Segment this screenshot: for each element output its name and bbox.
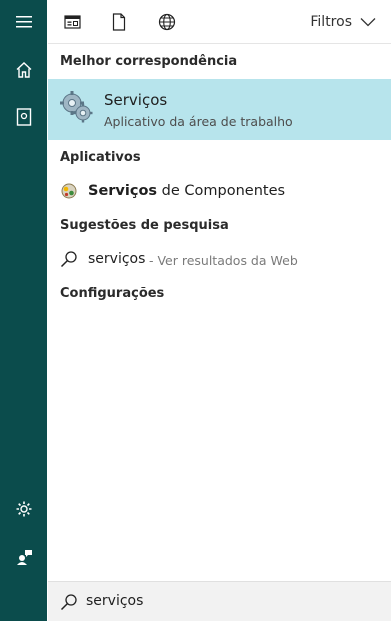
chevron-down-icon: [360, 18, 376, 27]
home-icon: [16, 62, 31, 78]
filters-dropdown[interactable]: Filtros: [310, 0, 376, 44]
search-icon: [60, 594, 77, 611]
home-button[interactable]: [0, 48, 47, 92]
web-suggestion-row[interactable]: serviços - Ver resultados da Web: [48, 246, 391, 274]
cortana-search-panel: Filtros Melhor correspondência Serviços …: [0, 0, 391, 621]
app-result-label-rest: de Componentes: [157, 183, 286, 199]
documents-filter-button[interactable]: [99, 0, 139, 44]
filter-toolbar: Filtros: [48, 0, 391, 44]
settings-button[interactable]: [0, 487, 47, 531]
search-input[interactable]: [86, 589, 376, 613]
left-rail: [0, 0, 47, 621]
hamburger-menu-icon: [15, 16, 32, 28]
app-result-label-match: Serviços: [88, 183, 158, 199]
web-suggestion-query: serviços: [88, 251, 146, 267]
notebook-icon: [16, 108, 31, 126]
documents-filter-icon: [112, 13, 126, 31]
app-result-component-services[interactable]: Serviços de Componentes: [48, 176, 391, 208]
search-box[interactable]: [48, 581, 391, 621]
best-match-title: Serviços: [104, 91, 168, 109]
notebook-button[interactable]: [0, 95, 47, 139]
filters-label: Filtros: [310, 14, 352, 30]
search-icon: [60, 251, 77, 268]
apps-filter-icon: [63, 15, 81, 29]
menu-button[interactable]: [0, 0, 47, 44]
results-panel: Filtros Melhor correspondência Serviços …: [47, 0, 391, 621]
feedback-icon: [16, 550, 32, 565]
services-gears-icon: [60, 91, 93, 123]
best-match-subtitle: Aplicativo da área de trabalho: [104, 114, 293, 129]
section-apps: Aplicativos: [60, 150, 141, 165]
feedback-button[interactable]: [0, 535, 47, 579]
section-best-match: Melhor correspondência: [60, 54, 238, 69]
gear-icon: [16, 501, 31, 517]
best-match-result[interactable]: Serviços Aplicativo da área de trabalho: [48, 79, 391, 140]
web-suggestion-hint: - Ver resultados da Web: [145, 253, 298, 268]
apps-filter-button[interactable]: [52, 0, 92, 44]
component-services-icon: [61, 183, 77, 199]
section-suggestions: Sugestões de pesquisa: [60, 218, 229, 233]
web-filter-button[interactable]: [147, 0, 187, 44]
section-settings: Configurações: [60, 286, 165, 301]
app-result-label: Serviços de Componentes: [88, 183, 285, 199]
web-filter-icon: [158, 13, 176, 31]
